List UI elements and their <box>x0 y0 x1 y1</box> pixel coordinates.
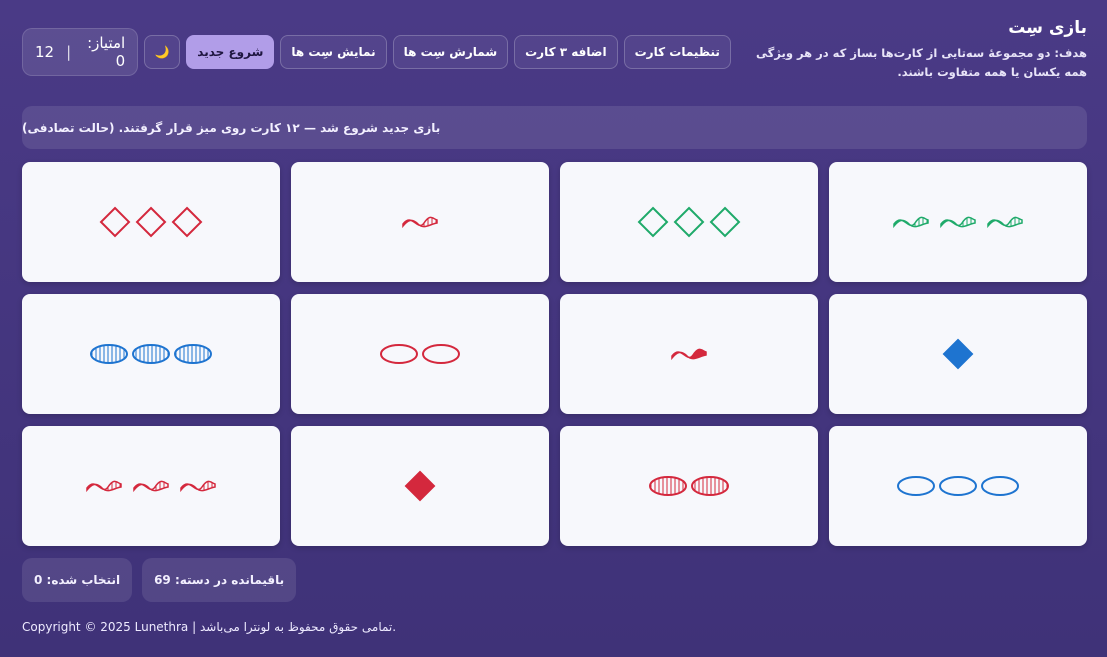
diamond-symbol <box>637 206 669 238</box>
card-symbols <box>637 206 741 238</box>
oval-symbol <box>90 344 128 364</box>
card-grid <box>22 162 1087 546</box>
set-card[interactable] <box>560 426 818 546</box>
controls: امتیاز: 0 | 12 🌙 شروع جدید نمایش سِت ها … <box>22 18 731 88</box>
set-card[interactable] <box>291 294 549 414</box>
set-card[interactable] <box>829 294 1087 414</box>
diamond-symbol <box>942 338 974 370</box>
header: بازی سِت هدف: دو مجموعهٔ سه‌تایی از کارت… <box>22 18 1087 88</box>
footer: Copyright © 2025 Lunethra | تمامی حقوق م… <box>22 620 397 634</box>
card-symbols <box>942 338 974 370</box>
squiggle-symbol <box>893 216 929 229</box>
diamond-symbol <box>709 206 741 238</box>
set-card[interactable] <box>22 426 280 546</box>
oval-symbol <box>422 344 460 364</box>
squiggle-symbol <box>133 480 169 493</box>
diamond-symbol <box>135 206 167 238</box>
diamond-symbol <box>673 206 705 238</box>
card-symbols <box>86 480 216 493</box>
page-title: بازی سِت <box>1008 18 1087 38</box>
card-symbols <box>380 344 460 364</box>
squiggle-symbol <box>987 216 1023 229</box>
card-symbols <box>671 348 707 361</box>
status-message: بازی جدید شروع شد — ۱۲ کارت روی میز قرار… <box>22 120 441 135</box>
set-card[interactable] <box>22 294 280 414</box>
add-three-cards-button[interactable]: اضافه ۳ کارت <box>514 35 618 69</box>
set-card[interactable] <box>560 162 818 282</box>
oval-symbol <box>691 476 729 496</box>
card-symbols <box>893 216 1023 229</box>
remaining-stat: باقیمانده در دسته: 69 <box>142 558 297 602</box>
selected-stat: انتخاب شده: 0 <box>22 558 133 602</box>
new-game-button[interactable]: شروع جدید <box>186 35 275 69</box>
squiggle-symbol <box>86 480 122 493</box>
set-card[interactable] <box>829 162 1087 282</box>
card-symbols <box>99 206 203 238</box>
set-card[interactable] <box>560 294 818 414</box>
card-symbols <box>897 476 1019 496</box>
oval-symbol <box>981 476 1019 496</box>
oval-symbol <box>132 344 170 364</box>
card-symbols <box>404 470 436 502</box>
set-card[interactable] <box>22 162 280 282</box>
page-subtitle: هدف: دو مجموعهٔ سه‌تایی از کارت‌ها بساز … <box>756 46 1087 79</box>
squiggle-symbol <box>940 216 976 229</box>
card-settings-button[interactable]: تنظیمات کارت <box>623 35 731 69</box>
card-symbols <box>90 344 212 364</box>
theme-toggle-button[interactable]: 🌙 <box>144 35 181 69</box>
set-card[interactable] <box>829 426 1087 546</box>
diamond-symbol <box>404 470 436 502</box>
oval-symbol <box>174 344 212 364</box>
squiggle-symbol <box>402 216 438 229</box>
card-symbols <box>649 476 729 496</box>
score-label: امتیاز: 0 <box>87 34 126 70</box>
set-card[interactable] <box>291 162 549 282</box>
scoreboard: امتیاز: 0 | 12 <box>22 28 139 76</box>
diamond-symbol <box>171 206 203 238</box>
count-sets-button[interactable]: شمارش سِت ها <box>392 35 509 69</box>
score-separator: | <box>66 43 72 61</box>
show-sets-button[interactable]: نمایش سِت ها <box>280 35 387 69</box>
stats-bar: باقیمانده در دسته: 69 انتخاب شده: 0 <box>22 558 297 602</box>
moon-icon: 🌙 <box>154 45 170 59</box>
squiggle-symbol <box>671 348 707 361</box>
oval-symbol <box>380 344 418 364</box>
oval-symbol <box>897 476 935 496</box>
card-symbols <box>402 216 438 229</box>
oval-symbol <box>939 476 977 496</box>
squiggle-symbol <box>180 480 216 493</box>
card-count: 12 <box>35 43 55 61</box>
title-block: بازی سِت هدف: دو مجموعهٔ سه‌تایی از کارت… <box>731 18 1087 88</box>
diamond-symbol <box>99 206 131 238</box>
oval-symbol <box>649 476 687 496</box>
status-bar: بازی جدید شروع شد — ۱۲ کارت روی میز قرار… <box>22 106 1087 149</box>
set-card[interactable] <box>291 426 549 546</box>
